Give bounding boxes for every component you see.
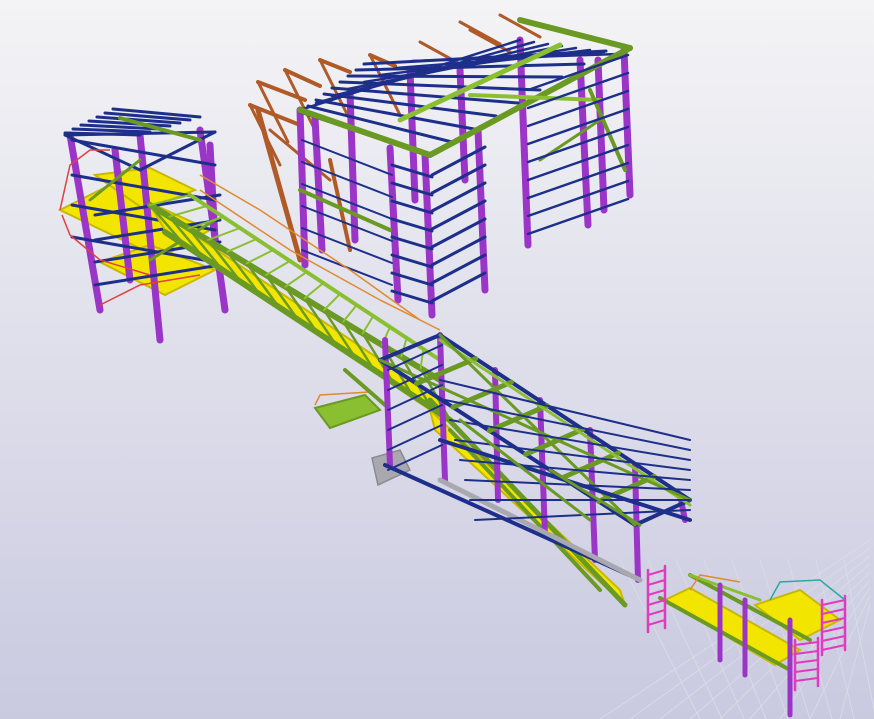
steel-column (296, 106, 309, 269)
steel-column (406, 66, 419, 204)
3d-model-viewport[interactable] (0, 0, 874, 719)
steel-structure-model[interactable] (0, 0, 874, 719)
tower-column (206, 141, 219, 244)
steel-column (346, 88, 359, 244)
